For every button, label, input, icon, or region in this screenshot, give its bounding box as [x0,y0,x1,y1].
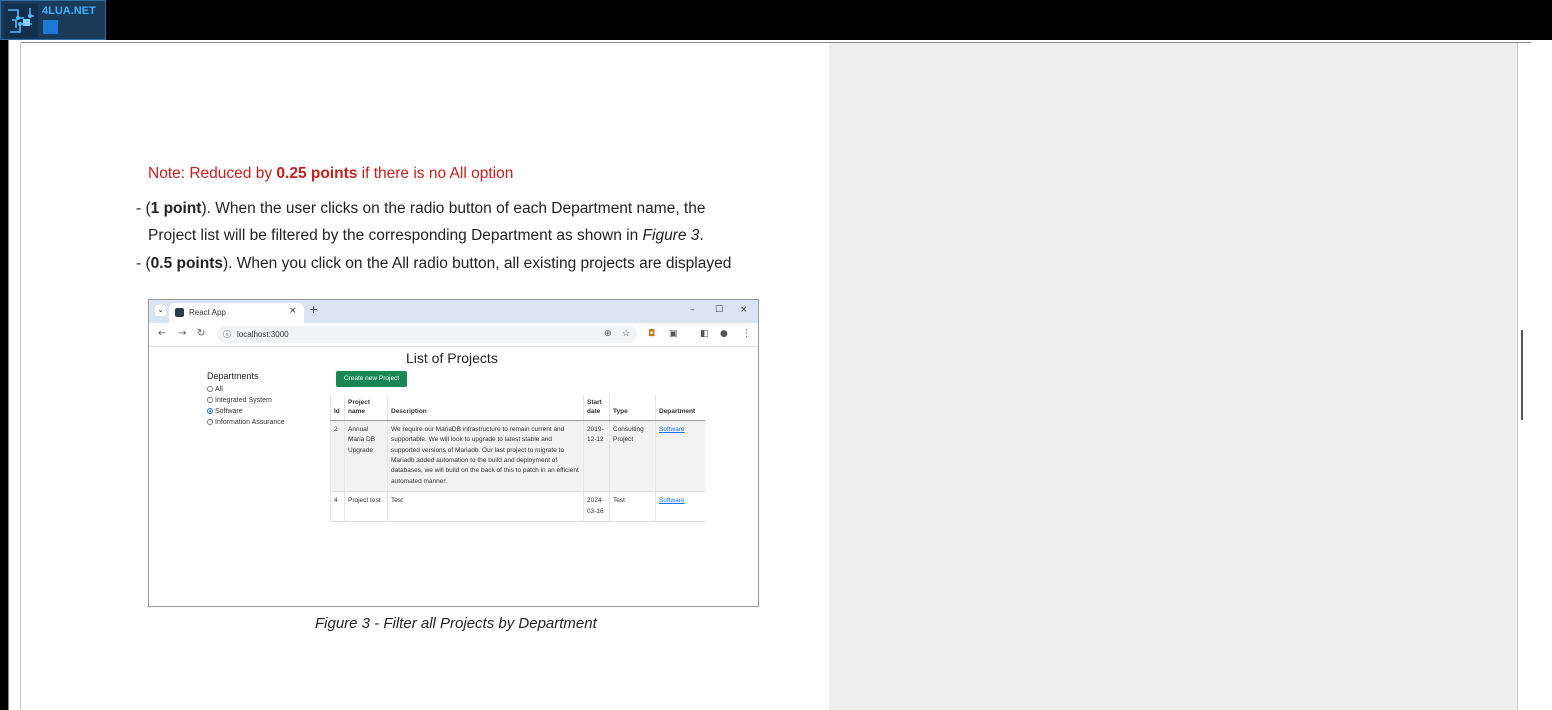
radio-label: Integrated System [215,397,272,404]
tab-search-icon[interactable]: ⌄ [155,305,166,316]
bullet-2-points: 0.5 points [150,255,223,272]
col-description: Description [387,395,584,421]
department-link[interactable]: Software [659,497,685,504]
tab-title: React App [189,308,226,317]
radio-icon[interactable] [207,419,213,425]
cell-department: Software [655,420,705,493]
cell-id: 4 [330,491,345,522]
bullet-1-line-2-text: Project list will be filtered by the cor… [148,227,643,244]
bullet-2: - (0.5 points). When you click on the Al… [136,255,731,273]
cell-type: Test [609,491,656,522]
forward-icon[interactable]: → [178,328,186,339]
cell-description: Test [387,491,584,522]
bullet-2-prefix: - ( [136,255,151,272]
bullet-1-line-2: Project list will be filtered by the cor… [148,227,704,245]
minimize-icon[interactable]: – [690,305,695,315]
figure-ref: Figure 3 [642,227,700,244]
figure-screenshot: ⌄ React App × + – ☐ × ← → ↻ ⓘ localhost:… [148,299,759,607]
cell-start-date: 2024-03-16 [583,491,610,522]
scrollbar-track[interactable] [1517,43,1531,710]
circuit-icon [4,4,38,38]
bullet-1-prefix: - ( [136,200,151,217]
table-header-row: Id Project name Description Start date T… [330,395,705,421]
note-text: Note: Reduced by 0.25 points if there is… [148,165,513,183]
cell-name: Project test [344,491,388,522]
extension-shield-icon[interactable]: ◘ [648,329,655,339]
react-favicon-icon [175,308,184,317]
left-gutter [9,43,21,710]
site-logo[interactable]: 4LUA.NET [0,0,106,40]
bullet-1-text: ). When the user clicks on the radio but… [201,200,706,217]
cell-name: Annual Maria DB Upgrade [344,420,388,493]
bullet-1: - (1 point). When the user clicks on the… [136,200,705,218]
table-row: 2 Annual Maria DB Upgrade We require our… [330,420,705,493]
browser-tab[interactable]: React App × [169,303,304,323]
maximize-icon[interactable]: ☐ [715,305,723,315]
url-field[interactable]: ⓘ localhost:3000 [217,326,637,343]
bullet-1-points: 1 point [150,200,202,217]
cell-department: Software [655,491,705,522]
radio-label: All [215,386,223,393]
col-project-name: Project name [344,395,388,421]
radio-software[interactable]: Software [207,408,243,415]
react-app: List of Projects Departments All Integra… [149,347,758,606]
new-tab-icon[interactable]: + [309,303,318,316]
cell-type: Consulting Project [609,420,656,493]
tab-close-icon[interactable]: × [289,306,297,316]
create-project-button[interactable]: Create new Project [336,371,407,387]
zoom-icon[interactable]: ⊕ [604,329,612,339]
profile-avatar-icon[interactable]: ● [720,329,728,339]
department-link[interactable]: Software [659,426,685,433]
side-panel [829,43,1517,710]
figure-caption: Figure 3 - Filter all Projects by Depart… [315,615,597,632]
col-department: Department [655,395,705,421]
bullet-1-period: . [699,227,704,244]
bullet-2-text: ). When you click on the All radio butto… [223,255,732,272]
info-icon: ⓘ [223,330,231,339]
radio-label: Software [215,408,243,415]
address-bar: ← → ↻ ⓘ localhost:3000 ⊕ ☆ ◘ ▣ ◧ ● ⋮ [149,323,758,347]
table-row: 4 Project test Test 2024-03-16 Test Soft… [330,491,705,522]
logo-square [43,20,58,34]
note-suffix: if there is no All option [357,165,514,182]
radio-selected-icon[interactable] [207,408,213,414]
radio-label: Information Assurance [215,419,285,426]
radio-information-assurance[interactable]: Information Assurance [207,419,285,426]
url-text: localhost:3000 [237,330,289,339]
projects-table: Id Project name Description Start date T… [330,395,705,522]
reload-icon[interactable]: ↻ [197,328,205,339]
cell-id: 2 [330,420,345,493]
site-logo-text: 4LUA.NET [42,5,96,17]
radio-icon[interactable] [207,397,213,403]
kebab-menu-icon[interactable]: ⋮ [742,329,751,339]
browser-tabbar: ⌄ React App × + – ☐ × [149,300,758,323]
note-prefix: Note: Reduced by [148,165,277,182]
bookmark-star-icon[interactable]: ☆ [622,329,630,339]
back-icon[interactable]: ← [158,328,166,339]
radio-all[interactable]: All [207,386,223,393]
radio-integrated-system[interactable]: Integrated System [207,397,272,404]
col-start-date: Start date [583,395,610,421]
departments-heading: Departments [207,371,259,381]
col-id: Id [330,395,345,421]
cell-description: We require our MariaDB infrastructure to… [387,420,584,493]
page-title: List of Projects [406,350,498,366]
cell-start-date: 2019-12-12 [583,420,610,493]
sidepanel-icon[interactable]: ◧ [700,329,709,339]
scrollbar-thumb[interactable] [1521,330,1523,420]
close-window-icon[interactable]: × [740,305,748,315]
extensions-puzzle-icon[interactable]: ▣ [669,329,678,339]
site-header: 4LUA.NET [0,0,1552,40]
col-type: Type [609,395,656,421]
radio-icon[interactable] [207,386,213,392]
note-bold: 0.25 points [276,165,358,182]
